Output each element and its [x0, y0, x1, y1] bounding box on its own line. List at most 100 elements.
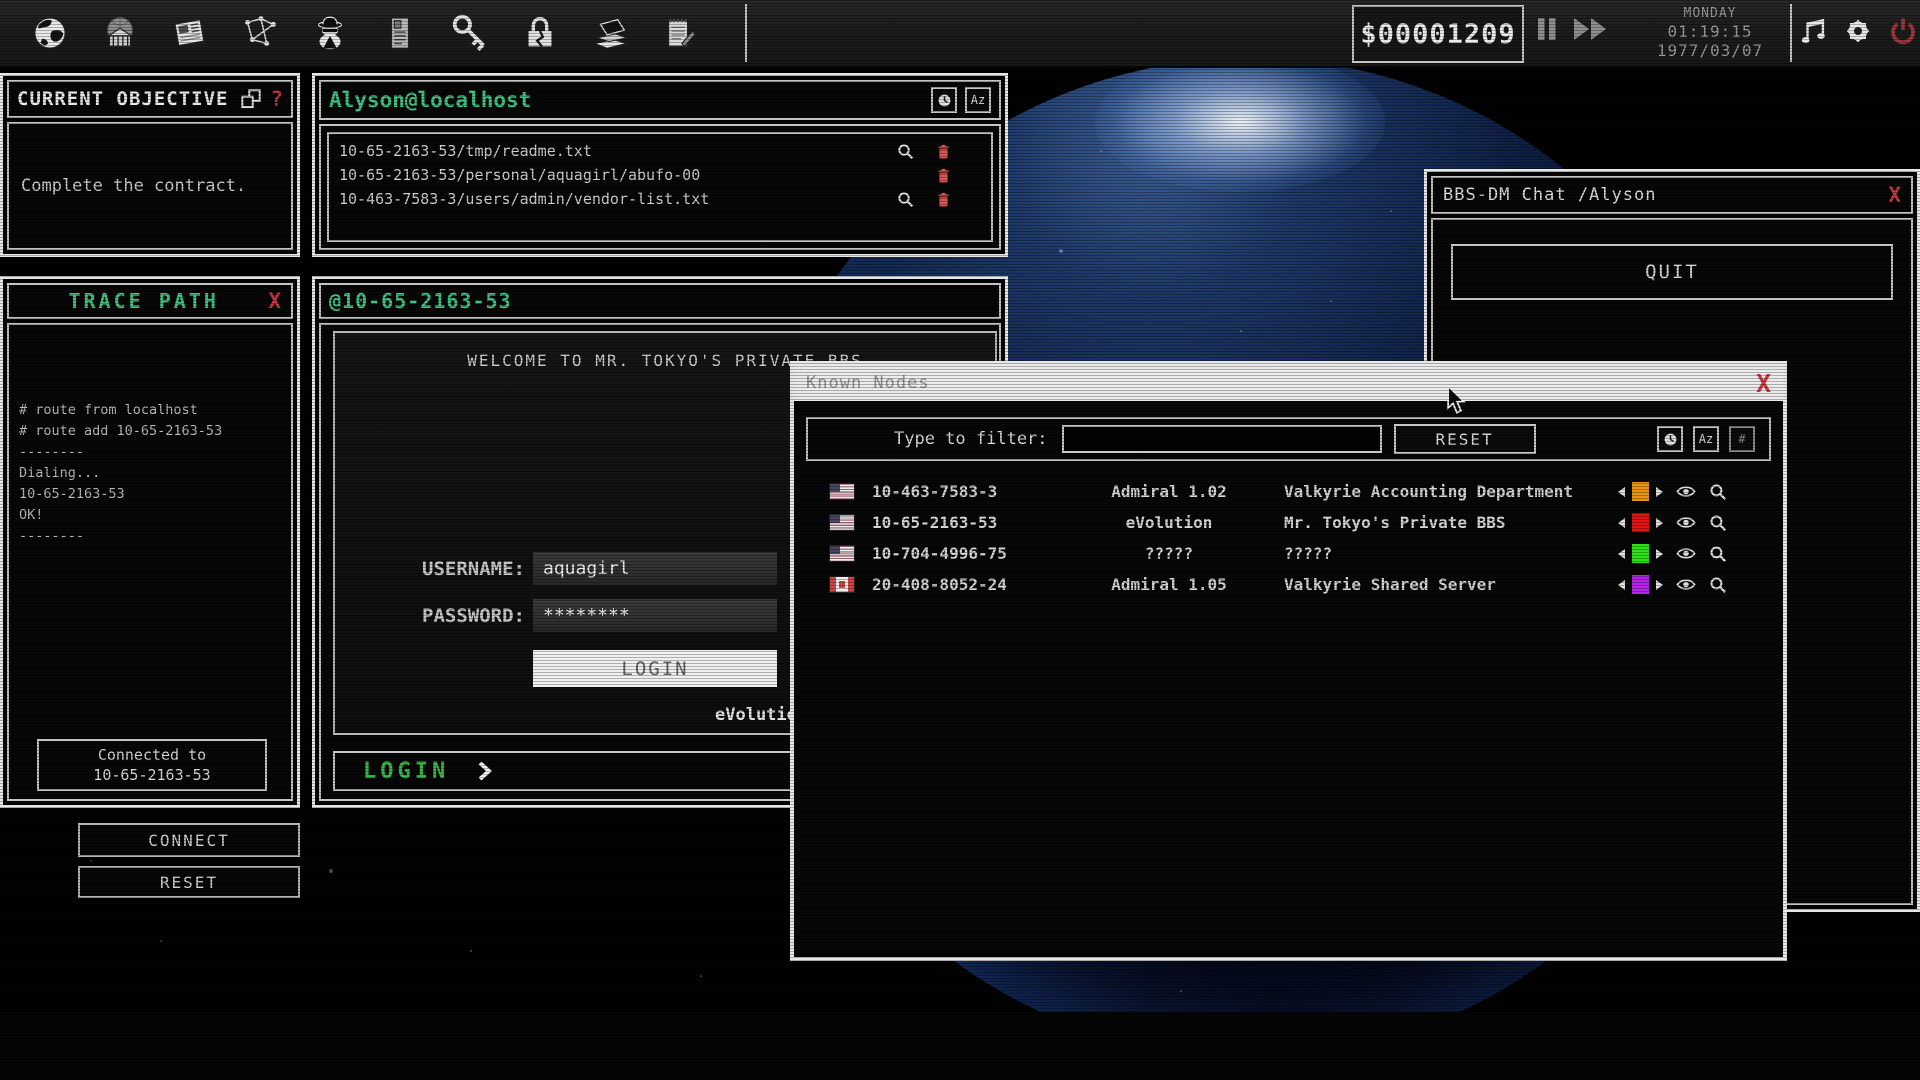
lockpick-icon[interactable]: [518, 11, 562, 55]
magnifier-icon[interactable]: [1709, 483, 1727, 501]
view-file-icon[interactable]: [897, 143, 937, 160]
music-icon[interactable]: [1798, 15, 1828, 47]
trace-log: # route from localhost# route add 10-65-…: [9, 325, 291, 559]
clock-time: 01:19:15: [1634, 22, 1786, 41]
toolbar-app-icons: [28, 11, 702, 55]
nodes-list: 10-463-7583-3 Admiral 1.02 Valkyrie Acco…: [794, 476, 1783, 600]
node-number: 10-704-4996-75: [864, 544, 1054, 563]
delete-file-icon[interactable]: [937, 144, 981, 159]
connect-button[interactable]: CONNECT: [78, 823, 300, 857]
quit-button[interactable]: QUIT: [1451, 244, 1893, 300]
world-icon[interactable]: [28, 11, 72, 55]
key-icon[interactable]: [448, 11, 492, 55]
trace-log-line: OK!: [19, 505, 281, 526]
trace-log-line: --------: [19, 526, 281, 547]
sort-by-time-button[interactable]: [1657, 426, 1683, 452]
money-counter: $00001209: [1352, 5, 1524, 63]
toolbar-divider: [745, 4, 747, 62]
mouse-cursor: [1446, 386, 1468, 416]
sort-by-time-button[interactable]: [931, 87, 957, 113]
files-panel: Alyson@localhost Az 10-65-2163-53/tmp/re…: [312, 73, 1008, 257]
trace-log-line: # route add 10-65-2163-53: [19, 421, 281, 442]
node-number: 20-408-8052-24: [864, 575, 1054, 594]
bottom-letterbox-bar: [0, 1012, 1920, 1080]
files-header: Alyson@localhost Az: [319, 80, 1001, 120]
notes-icon[interactable]: [658, 11, 702, 55]
prev-color-icon[interactable]: [1618, 549, 1625, 559]
trace-header: TRACE PATH X: [7, 283, 293, 319]
settings-icon[interactable]: [1842, 15, 1874, 47]
file-path: 10-463-7583-3/users/admin/vendor-list.tx…: [339, 190, 897, 208]
close-icon[interactable]: X: [1756, 369, 1771, 398]
time-controls: [1536, 16, 1608, 42]
bbs-login-button[interactable]: LOGIN: [533, 650, 777, 687]
next-color-icon[interactable]: [1656, 580, 1663, 590]
news-icon[interactable]: [168, 11, 212, 55]
pause-icon[interactable]: [1536, 16, 1558, 42]
filter-input[interactable]: [1062, 425, 1382, 453]
country-flag-icon: [830, 546, 854, 561]
system-icons: [1798, 15, 1918, 47]
clock-date: 1977/03/07: [1634, 41, 1786, 60]
node-name: Valkyrie Accounting Department: [1284, 482, 1578, 501]
library-icon[interactable]: [588, 11, 632, 55]
next-color-icon[interactable]: [1656, 549, 1663, 559]
node-row[interactable]: 20-408-8052-24 Admiral 1.05 Valkyrie Sha…: [794, 569, 1783, 600]
prev-color-icon[interactable]: [1618, 518, 1625, 528]
eye-icon[interactable]: [1675, 484, 1697, 499]
node-software: Admiral 1.05: [1054, 575, 1284, 594]
files-title: Alyson@localhost: [329, 88, 923, 112]
sort-alpha-button[interactable]: Az: [1693, 426, 1719, 452]
power-icon[interactable]: [1888, 15, 1918, 47]
sort-alpha-button[interactable]: Az: [965, 87, 991, 113]
node-controls: [1578, 544, 1783, 563]
close-icon[interactable]: X: [268, 289, 281, 313]
magnifier-icon[interactable]: [1709, 545, 1727, 563]
file-row: 10-463-7583-3/users/admin/vendor-list.tx…: [339, 187, 981, 211]
fast-forward-icon[interactable]: [1572, 16, 1608, 42]
stealth-icon[interactable]: [308, 11, 352, 55]
magnifier-icon[interactable]: [1709, 514, 1727, 532]
next-color-icon[interactable]: [1656, 487, 1663, 497]
trace-panel: TRACE PATH X # route from localhost# rou…: [0, 276, 300, 808]
magnifier-icon[interactable]: [1709, 576, 1727, 594]
connection-status-line1: Connected to: [39, 745, 265, 765]
known-nodes-window: Known Nodes X Type to filter: RESET Az #…: [790, 361, 1787, 961]
objective-header: CURRENT OBJECTIVE ?: [7, 80, 293, 118]
sort-numeric-button[interactable]: #: [1729, 426, 1755, 452]
node-controls: [1578, 482, 1783, 501]
clock-weekday: MONDAY: [1634, 6, 1786, 22]
mail-icon[interactable]: [378, 11, 422, 55]
overlap-squares-icon[interactable]: [240, 88, 262, 110]
known-nodes-titlebar[interactable]: Known Nodes X: [794, 365, 1783, 401]
planet-sun-glare: [1095, 52, 1385, 192]
node-software: ?????: [1054, 544, 1284, 563]
bank-icon[interactable]: [98, 11, 142, 55]
filter-reset-button[interactable]: RESET: [1394, 424, 1536, 454]
close-icon[interactable]: X: [1888, 183, 1901, 207]
help-icon[interactable]: ?: [270, 87, 283, 111]
node-controls: [1578, 575, 1783, 594]
next-color-icon[interactable]: [1656, 518, 1663, 528]
eye-icon[interactable]: [1675, 577, 1697, 592]
prev-color-icon[interactable]: [1618, 487, 1625, 497]
username-field[interactable]: aquagirl: [533, 552, 777, 585]
reset-button[interactable]: RESET: [78, 866, 300, 898]
connection-status-box: Connected to 10-65-2163-53: [37, 739, 267, 791]
eye-icon[interactable]: [1675, 546, 1697, 561]
password-field[interactable]: ********: [533, 599, 777, 632]
delete-file-icon[interactable]: [937, 168, 981, 183]
view-file-icon[interactable]: [897, 191, 937, 208]
file-path: 10-65-2163-53/tmp/readme.txt: [339, 142, 897, 160]
node-row[interactable]: 10-65-2163-53 eVolution Mr. Tokyo's Priv…: [794, 507, 1783, 538]
prev-color-icon[interactable]: [1618, 580, 1625, 590]
objective-panel: CURRENT OBJECTIVE ? Complete the contrac…: [0, 73, 300, 257]
network-icon[interactable]: [238, 11, 282, 55]
node-row[interactable]: 10-463-7583-3 Admiral 1.02 Valkyrie Acco…: [794, 476, 1783, 507]
node-row[interactable]: 10-704-4996-75 ????? ?????: [794, 538, 1783, 569]
delete-file-icon[interactable]: [937, 192, 981, 207]
file-row: 10-65-2163-53/personal/aquagirl/abufo-00: [339, 163, 981, 187]
remote-title: @10-65-2163-53: [329, 289, 512, 313]
eye-icon[interactable]: [1675, 515, 1697, 530]
node-number: 10-463-7583-3: [864, 482, 1054, 501]
